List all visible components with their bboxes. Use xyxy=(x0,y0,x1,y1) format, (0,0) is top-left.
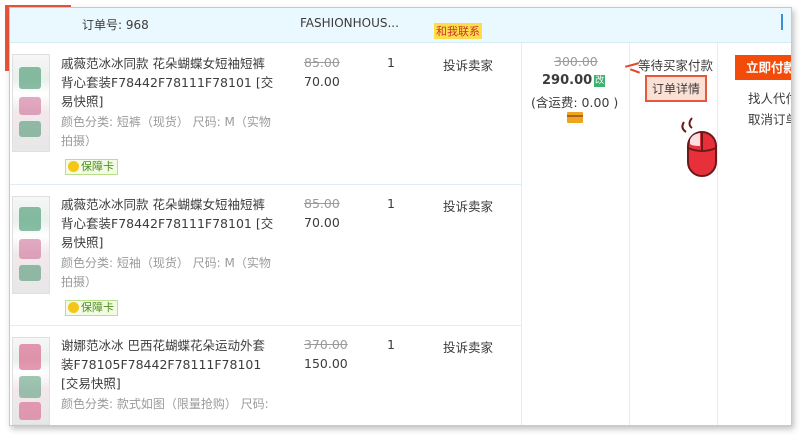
row-divider xyxy=(10,325,521,326)
product-title-link[interactable]: 谢娜范冰冰 巴西花蝴蝶花朵运动外套装F78105F78442F78111F781… xyxy=(61,336,275,393)
product-title-link[interactable]: 戚薇范冰冰同款 花朵蝴蝶女短袖短裤背心套装F78442F78111F78101 … xyxy=(61,54,275,111)
quantity: 1 xyxy=(387,55,395,70)
product-sku: 颜色分类: 短袖（现货） 尺码: M（实物拍摄） xyxy=(61,256,271,289)
quantity: 1 xyxy=(387,337,395,352)
product-sku: 颜色分类: 短裤（现货） 尺码: M（实物拍摄） xyxy=(61,115,271,148)
pay-now-button[interactable]: 立即付款 xyxy=(735,55,791,80)
total-price-value: 290.00 xyxy=(542,73,593,88)
total-original-price: 300.00 xyxy=(554,54,598,69)
bulb-icon xyxy=(68,302,79,313)
column-divider xyxy=(521,43,522,425)
guarantee-card-badge[interactable]: 保障卡 xyxy=(65,159,118,175)
bulb-icon xyxy=(68,161,79,172)
column-divider xyxy=(717,43,718,425)
complain-seller-link[interactable]: 投诉卖家 xyxy=(443,55,493,74)
guarantee-card-badge[interactable]: 保障卡 xyxy=(65,300,118,316)
unit-price: 70.00 xyxy=(304,215,340,230)
highlight-mark xyxy=(624,62,640,68)
unit-price: 150.00 xyxy=(304,356,348,371)
total-price: 290.00 改 xyxy=(542,73,606,88)
product-thumbnail[interactable] xyxy=(12,54,50,152)
contact-label: 和我联系 xyxy=(434,23,482,39)
order-panel: 订单号: 968 FASHIONHOUS... ʬ和我联系 戚薇范冰冰同款 花朵… xyxy=(9,7,792,426)
order-number: 订单号: 968 xyxy=(82,18,149,32)
order-detail-button[interactable]: 订单详情 xyxy=(645,75,708,102)
mouse-icon xyxy=(681,117,717,177)
original-price: 85.00 xyxy=(304,55,340,70)
mobile-icon: 改 xyxy=(594,74,606,87)
guarantee-card-label: 保障卡 xyxy=(81,160,114,173)
order-status: 等待买家付款 xyxy=(638,58,714,73)
complain-seller-link[interactable]: 投诉卖家 xyxy=(443,337,493,356)
card-icon xyxy=(567,112,583,123)
product-thumbnail[interactable] xyxy=(12,196,50,294)
original-price: 370.00 xyxy=(304,337,348,352)
guarantee-card-label: 保障卡 xyxy=(81,301,114,314)
product-title-link[interactable]: 戚薇范冰冰同款 花朵蝴蝶女短袖短裤背心套装F78442F78111F78101 … xyxy=(61,195,275,252)
quantity: 1 xyxy=(387,196,395,211)
column-divider xyxy=(629,43,630,425)
row-divider xyxy=(10,184,521,185)
original-price: 85.00 xyxy=(304,196,340,211)
shop-name-link[interactable]: FASHIONHOUS... xyxy=(300,16,399,30)
shipping-fee: (含运费: 0.00 ) xyxy=(531,95,619,110)
product-sku: 颜色分类: 款式如图（限量抢购） 尺码: xyxy=(61,397,269,411)
proxy-pay-link[interactable]: 找人代付 xyxy=(748,88,791,107)
order-header: 订单号: 968 FASHIONHOUS... ʬ和我联系 xyxy=(10,8,791,43)
cancel-order-link[interactable]: 取消订单 xyxy=(748,109,791,128)
product-thumbnail[interactable] xyxy=(12,337,50,425)
complain-seller-link[interactable]: 投诉卖家 xyxy=(443,196,493,215)
unit-price: 70.00 xyxy=(304,74,340,89)
header-edge-marker xyxy=(781,14,783,30)
